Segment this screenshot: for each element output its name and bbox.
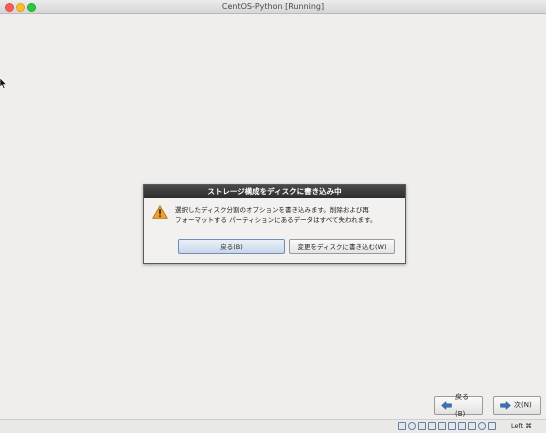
host-key-label: Left ⌘ [511,422,532,430]
mouse-cursor-icon [0,78,7,89]
mouse-integration-icon[interactable] [478,422,486,430]
usb-icon[interactable] [418,422,426,430]
window-titlebar: CentOS-Python [Running] [0,0,546,14]
keyboard-capture-icon[interactable] [488,422,496,430]
recording-icon[interactable] [458,422,466,430]
dialog-message-line: フォーマットする パーティションにあるデータはすべて失われます。 [175,216,377,224]
dialog-title: ストレージ構成をディスクに書き込み中 [144,185,405,198]
dialog-message: 選択したディスク分割のオプションを書き込みます。削除および再 フォーマットする … [175,205,400,225]
back-button-label: 戻る(B) [455,392,469,418]
back-button[interactable]: 戻る(B) [434,393,483,418]
hard-disk-icon[interactable] [398,422,406,430]
next-button-label: 次(N) [514,401,532,409]
warning-icon [152,205,168,219]
dialog-message-line: 選択したディスク分割のオプションを書き込みます。削除および再 [175,206,369,214]
arrow-left-icon [441,401,452,410]
display-icon[interactable] [438,422,446,430]
vm-device-tray [398,422,496,430]
next-button[interactable]: 次(N) [493,396,541,415]
window-title: CentOS-Python [Running] [221,2,325,11]
optical-drive-icon[interactable] [408,422,416,430]
shared-folder-icon[interactable] [428,422,436,430]
write-storage-dialog: ストレージ構成をディスクに書き込み中 選択したディスク分割のオプションを書き込み… [143,184,406,264]
arrow-right-icon [500,401,511,410]
vm-statusbar: Left ⌘ [0,419,546,433]
dialog-back-button[interactable]: 戻る(B) [178,239,285,254]
cpu-icon[interactable] [468,422,476,430]
network-icon[interactable] [448,422,456,430]
write-changes-button[interactable]: 変更をディスクに書き込む(W) [289,239,395,254]
